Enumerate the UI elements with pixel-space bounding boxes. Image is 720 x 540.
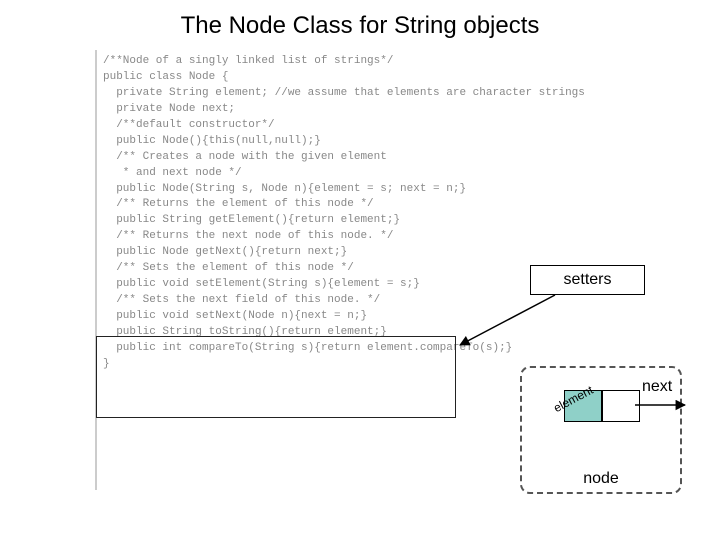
code-line: /** Creates a node with the given elemen…	[103, 150, 655, 166]
code-line: private String element; //we assume that…	[103, 86, 655, 102]
code-line: /** Sets the next field of this node. */	[103, 293, 655, 309]
node-label: node	[522, 470, 680, 488]
code-line: public String toString(){return element;…	[103, 325, 655, 341]
node-diagram: element next node	[520, 366, 682, 494]
code-line: /** Returns the next node of this node. …	[103, 229, 655, 245]
code-line: /** Returns the element of this node */	[103, 197, 655, 213]
code-line: public Node(String s, Node n){element = …	[103, 182, 655, 198]
code-line: public class Node {	[103, 70, 655, 86]
setters-label: setters	[530, 265, 645, 295]
next-label: next	[642, 378, 672, 396]
code-line: private Node next;	[103, 102, 655, 118]
node-next-cell	[602, 390, 640, 422]
slide-title: The Node Class for String objects	[0, 12, 720, 40]
code-line: * and next node */	[103, 166, 655, 182]
code-line: public Node(){this(null,null);}	[103, 134, 655, 150]
code-line: /**Node of a singly linked list of strin…	[103, 54, 655, 70]
code-line: /**default constructor*/	[103, 118, 655, 134]
code-line: public Node getNext(){return next;}	[103, 245, 655, 261]
code-line: public String getElement(){return elemen…	[103, 213, 655, 229]
code-line: public int compareTo(String s){return el…	[103, 341, 655, 357]
code-line: public void setNext(Node n){next = n;}	[103, 309, 655, 325]
